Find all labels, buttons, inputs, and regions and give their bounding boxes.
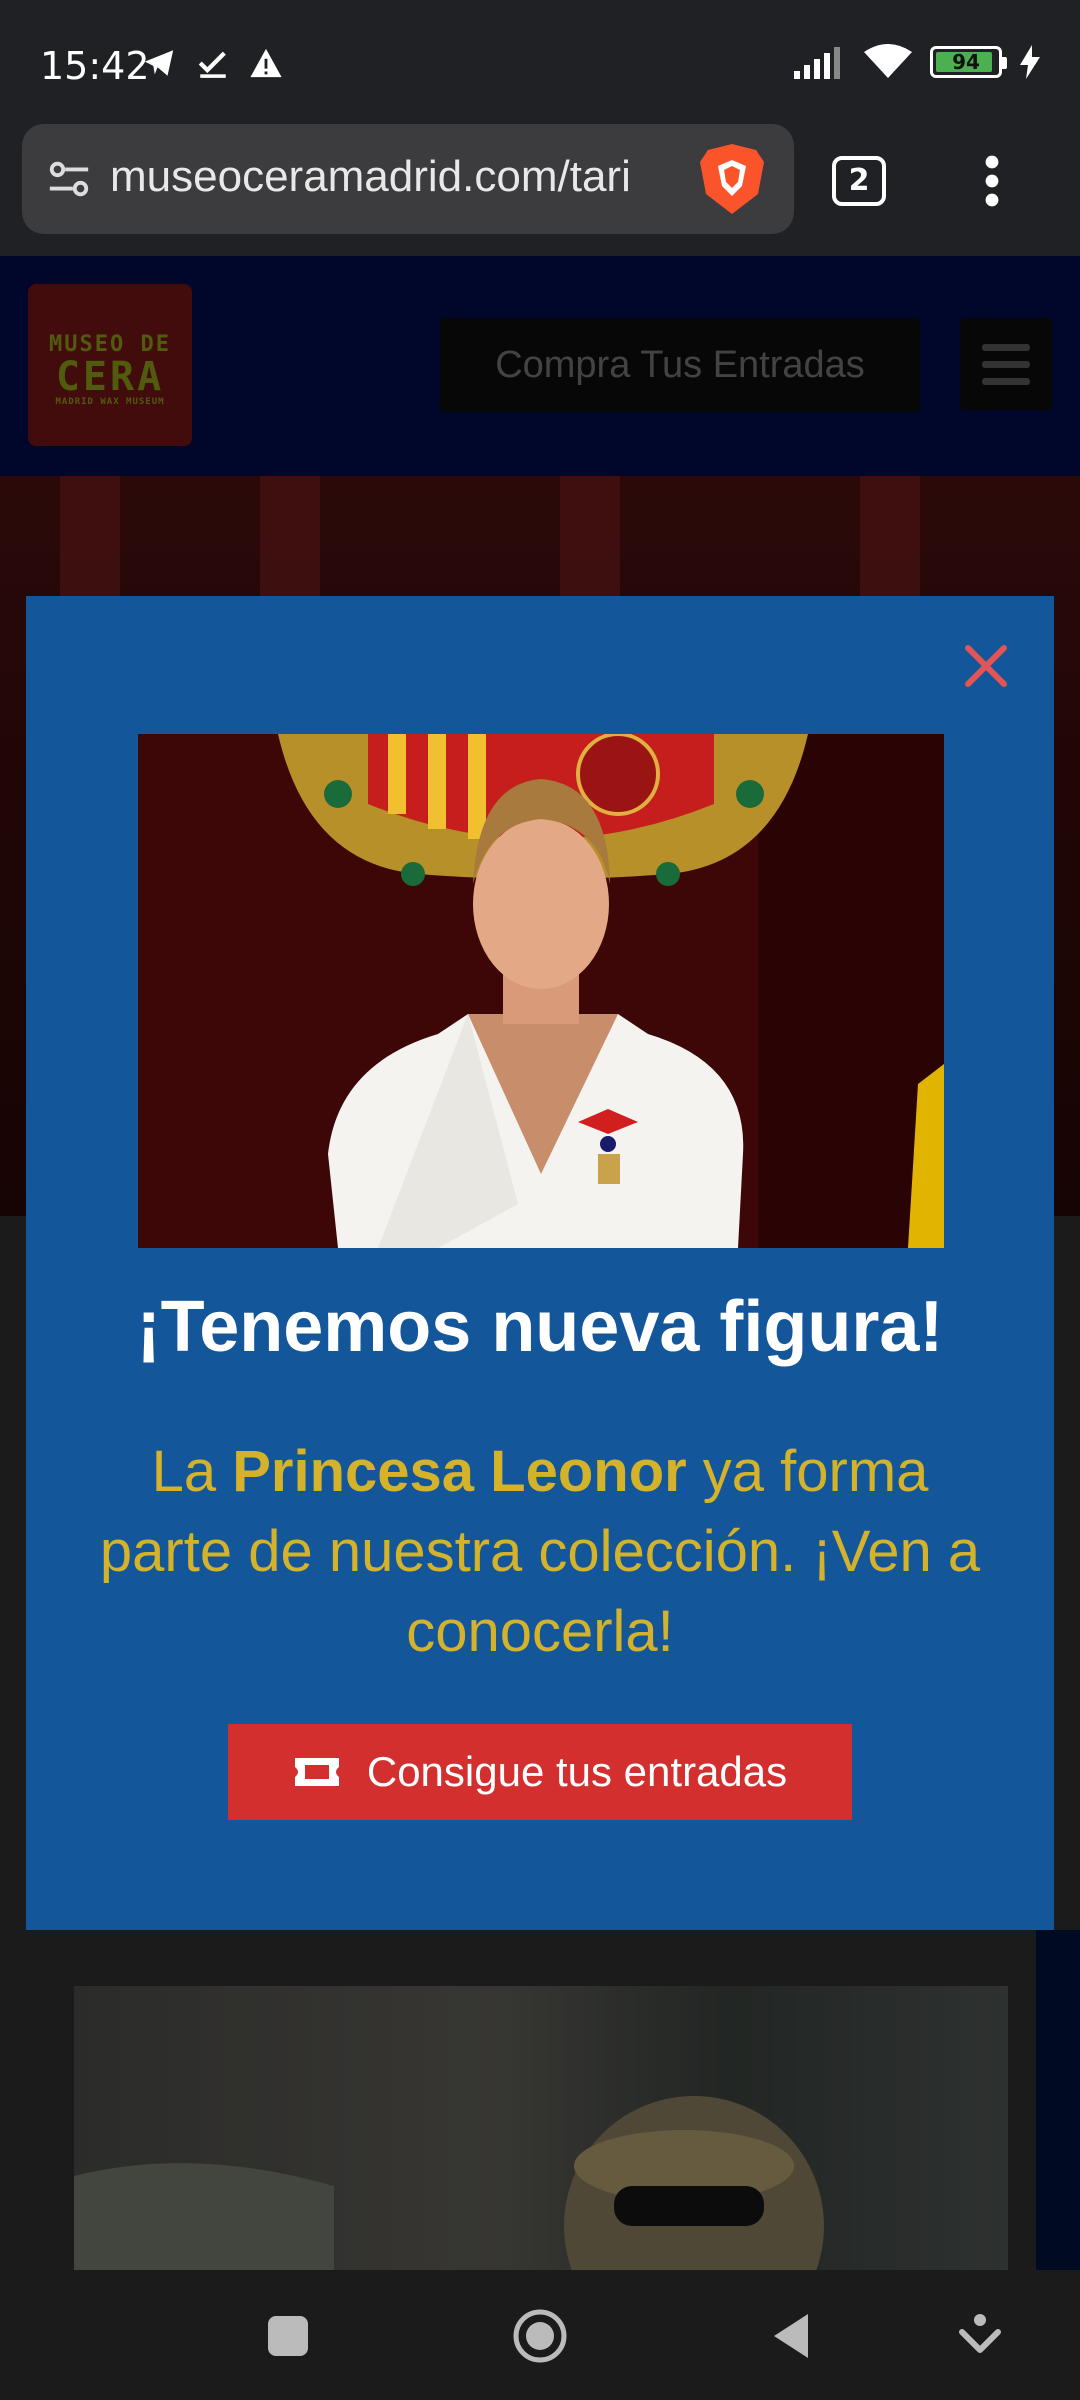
princess-leonor-photo bbox=[138, 734, 944, 1248]
site-settings-icon[interactable] bbox=[46, 156, 92, 202]
princess-name: Princesa Leonor bbox=[232, 1439, 687, 1504]
modal-message: La Princesa Leonor ya forma parte de nue… bbox=[86, 1432, 994, 1672]
get-tickets-label: Consigue tus entradas bbox=[366, 1748, 788, 1795]
url-text[interactable]: museoceramadrid.com/tari bbox=[110, 152, 690, 202]
signal-icon bbox=[794, 47, 840, 79]
get-tickets-button[interactable]: Consigue tus entradas bbox=[228, 1724, 852, 1820]
brave-shield-icon[interactable] bbox=[698, 142, 766, 216]
charging-icon bbox=[1020, 45, 1040, 79]
close-icon[interactable] bbox=[956, 636, 1016, 696]
keyboard-hide-icon[interactable] bbox=[956, 2310, 1004, 2362]
system-nav-bar bbox=[0, 2270, 1080, 2400]
screen: 15:42 94 museoceramadrid.com/tari 2 MUSE… bbox=[0, 0, 1080, 2400]
warning-icon bbox=[250, 48, 282, 78]
browser-menu-icon[interactable] bbox=[972, 154, 1012, 208]
popup-modal: ¡Tenemos nueva figura! La Princesa Leono… bbox=[26, 596, 1054, 1930]
browser-toolbar: museoceramadrid.com/tari 2 bbox=[0, 124, 1080, 256]
battery-icon: 94 bbox=[930, 46, 1007, 78]
telegram-icon bbox=[144, 50, 174, 76]
check-icon bbox=[198, 51, 226, 78]
back-button-icon[interactable] bbox=[768, 2308, 814, 2364]
status-bar: 15:42 94 bbox=[0, 0, 1080, 124]
address-bar[interactable]: museoceramadrid.com/tari bbox=[22, 124, 794, 234]
battery-level: 94 bbox=[952, 50, 980, 74]
modal-title: ¡Tenemos nueva figura! bbox=[136, 1287, 944, 1367]
wifi-icon bbox=[864, 44, 912, 78]
ticket-icon bbox=[294, 1758, 339, 1786]
status-time: 15:42 bbox=[40, 44, 150, 88]
recents-button[interactable] bbox=[268, 2316, 308, 2356]
tabs-button[interactable]: 2 bbox=[832, 156, 886, 206]
modal-message-prefix: La bbox=[151, 1439, 233, 1504]
home-button-icon[interactable] bbox=[512, 2308, 568, 2364]
